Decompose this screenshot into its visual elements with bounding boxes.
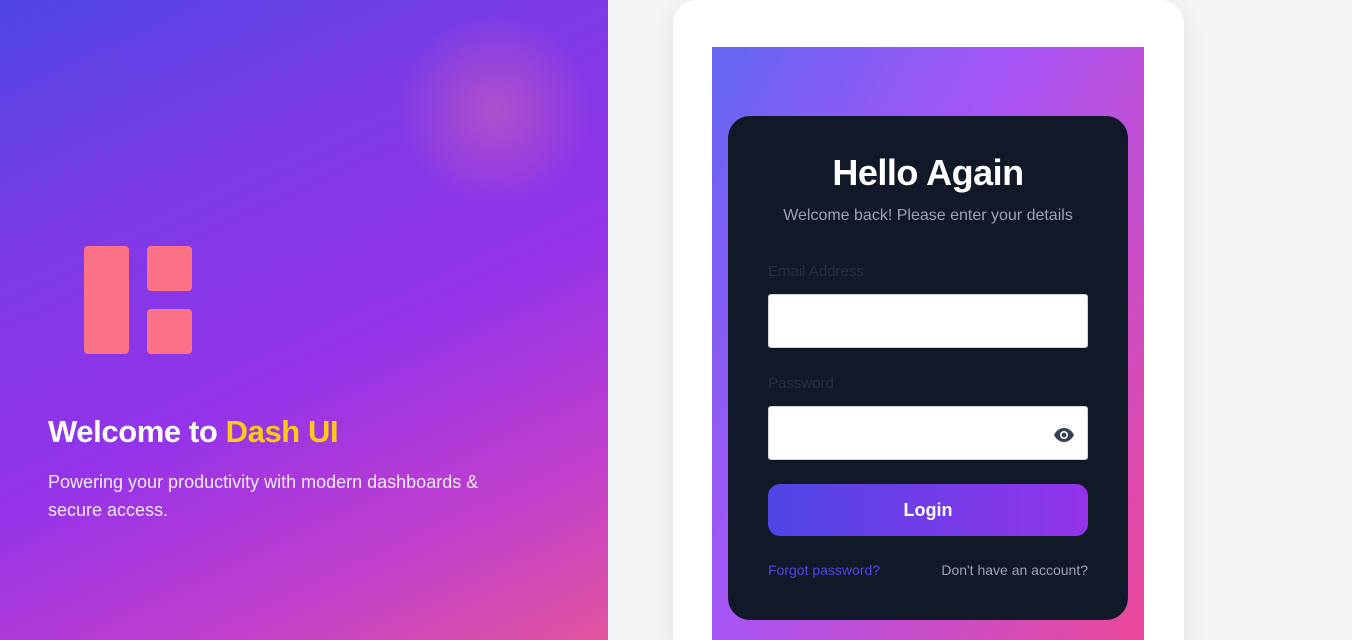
hero-panel: Welcome to Dash UI Powering your product… — [0, 0, 608, 640]
password-field[interactable] — [768, 406, 1088, 460]
brand-name: Dash UI — [225, 414, 339, 449]
hero-glow — [390, 20, 600, 200]
forgot-password-link[interactable]: Forgot password? — [768, 562, 880, 578]
login-subtitle: Welcome back! Please enter your details — [783, 207, 1073, 224]
login-form: Hello Again Welcome back! Please enter y… — [728, 116, 1128, 620]
email-field[interactable] — [768, 294, 1088, 348]
eye-icon[interactable] — [1054, 428, 1074, 442]
dashboard-layout-icon — [84, 246, 192, 354]
login-button[interactable]: Login — [768, 484, 1088, 536]
password-label: Password — [768, 375, 834, 392]
login-title: Hello Again — [832, 152, 1024, 193]
logo-square-top — [147, 246, 192, 291]
signup-link[interactable]: Don't have an account? — [941, 562, 1088, 578]
logo-bar-tall — [84, 246, 129, 354]
email-label: Email Address — [768, 263, 864, 280]
hero-heading-prefix: Welcome to — [48, 414, 218, 449]
hero-heading: Welcome to Dash UI — [48, 414, 339, 450]
logo-square-bottom — [147, 309, 192, 354]
hero-tagline: Powering your productivity with modern d… — [48, 472, 479, 520]
